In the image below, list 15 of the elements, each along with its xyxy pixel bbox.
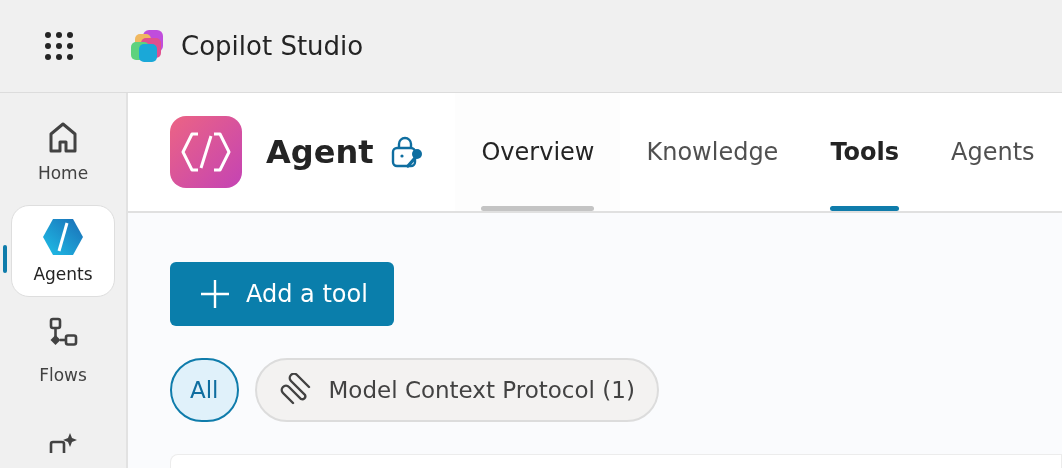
agent-hexagon-icon	[42, 218, 84, 256]
agent-name: Agent	[266, 133, 374, 171]
app-launcher-icon[interactable]	[43, 30, 75, 62]
paperclip-icon	[278, 373, 313, 407]
filter-chip[interactable]: Model Context Protocol (1)	[254, 358, 659, 422]
logo-icon	[129, 28, 165, 64]
sidebar-item[interactable]: Home	[11, 113, 115, 189]
app-title: Copilot Studio	[181, 31, 364, 61]
filter-chip[interactable]: All	[170, 358, 239, 422]
sidebar-item[interactable]: Flows	[11, 313, 115, 389]
agent-avatar-icon	[170, 116, 242, 188]
sidebar-item[interactable]: Agents	[11, 205, 115, 297]
selection-indicator	[3, 245, 7, 273]
plus-icon	[200, 279, 230, 309]
add-tool-button[interactable]: Add a tool	[170, 262, 394, 326]
